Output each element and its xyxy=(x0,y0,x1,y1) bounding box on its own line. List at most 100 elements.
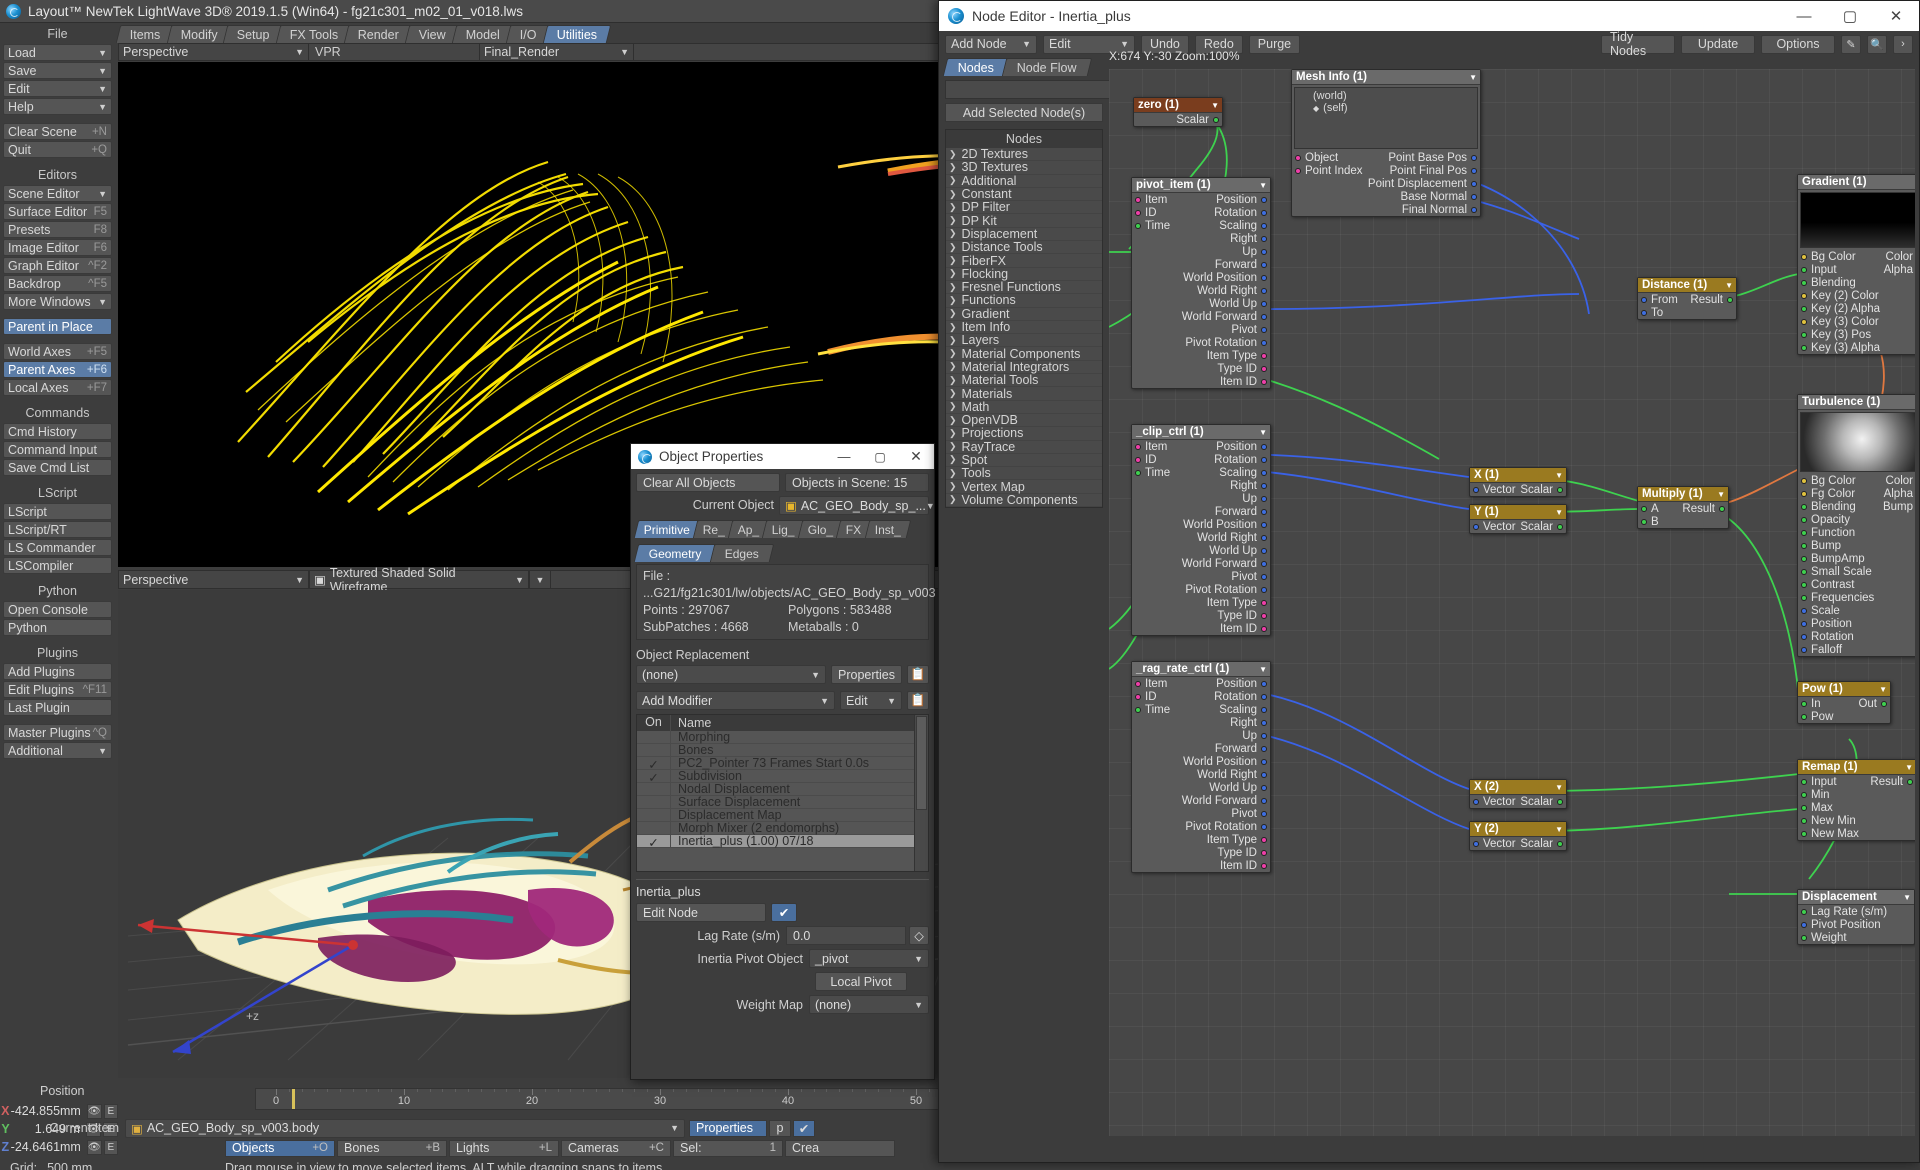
viewport-top-renderer-select[interactable]: Final_Render ▼ xyxy=(479,44,634,60)
toolbar-button-clear-scene[interactable]: Clear Scene +N xyxy=(3,123,112,140)
node-gradient[interactable]: Gradient (1)▼ Bg Color Color Input Alpha Blen… xyxy=(1797,174,1915,355)
node-header[interactable]: pivot_item (1) ▼ xyxy=(1132,178,1270,193)
chevron-right-icon[interactable]: ❯ xyxy=(949,454,957,465)
chevron-right-icon[interactable]: ❯ xyxy=(949,375,957,386)
envelope-button[interactable]: E xyxy=(103,1103,118,1119)
chevron-down-icon[interactable]: ▼ xyxy=(1555,783,1563,792)
toolbar-button-additional[interactable]: Additional ▼ xyxy=(3,742,112,759)
mode-button-lights[interactable]: Lights +L xyxy=(449,1139,559,1157)
node-x2[interactable]: X (2) ▼ Vector Scalar xyxy=(1469,779,1567,809)
node-category-2d-textures[interactable]: ❯ 2D Textures xyxy=(946,147,1102,162)
output-port-dot[interactable] xyxy=(1261,599,1267,606)
node-clip-ctrl[interactable]: _clip_ctrl (1) ▼ Item Position ID Rotation Tim… xyxy=(1131,424,1271,636)
toolbar-button-image-editor[interactable]: Image Editor F6 xyxy=(3,239,112,256)
op-tab-inst-[interactable]: Inst_ xyxy=(864,520,912,538)
output-port-dot[interactable] xyxy=(1261,849,1267,856)
edit-node-button[interactable]: Edit Node xyxy=(636,903,766,922)
toolbar-button-add-plugins[interactable]: Add Plugins xyxy=(3,663,112,680)
output-port-dot[interactable] xyxy=(1261,235,1267,242)
output-port-dot[interactable] xyxy=(1261,771,1267,778)
toolbar-button-backdrop[interactable]: Backdrop ^F5 xyxy=(3,275,112,292)
tab-render[interactable]: Render xyxy=(344,25,414,43)
output-port-dot[interactable] xyxy=(1261,482,1267,489)
node-category-volume-components[interactable]: ❯ Volume Components xyxy=(946,493,1102,508)
chevron-down-icon[interactable]: ▼ xyxy=(1725,281,1733,290)
output-port-dot[interactable] xyxy=(1261,378,1267,385)
node-category-3d-textures[interactable]: ❯ 3D Textures xyxy=(946,160,1102,175)
eye-icon[interactable]: 👁 xyxy=(86,1139,102,1155)
node-category-distance-tools[interactable]: ❯ Distance Tools xyxy=(946,240,1102,255)
node-category-additional[interactable]: ❯ Additional xyxy=(946,174,1102,188)
op-subtab-geometry[interactable]: Geometry xyxy=(633,544,717,562)
node-mesh-info[interactable]: Mesh Info (1) ▼ (world) ◆ (self) Object Point … xyxy=(1291,69,1481,217)
node-category-fiberfx[interactable]: ❯ FiberFX xyxy=(946,254,1102,268)
node-category-gradient[interactable]: ❯ Gradient xyxy=(946,307,1102,321)
toolbar-button-more-windows[interactable]: More Windows ▼ xyxy=(3,293,112,310)
envelope-icon[interactable]: ◇ xyxy=(909,926,929,945)
node-displacement[interactable]: Displacement ▼ Lag Rate (s/m) Pivot Positio… xyxy=(1797,889,1915,945)
output-port-dot[interactable] xyxy=(1261,758,1267,765)
node-header[interactable]: Turbulence (1)▼ xyxy=(1798,395,1915,410)
node-header[interactable]: Displacement ▼ xyxy=(1798,890,1914,905)
output-port-dot[interactable] xyxy=(1261,745,1267,752)
output-port-dot[interactable] xyxy=(1471,206,1477,213)
mode-button-objects[interactable]: Objects +O xyxy=(225,1139,335,1157)
close-icon[interactable]: ✕ xyxy=(1873,1,1919,31)
chevron-down-icon[interactable]: ▼ xyxy=(1211,101,1219,110)
chevron-down-icon[interactable]: ▼ xyxy=(1903,893,1911,902)
toolbar-button-lscript[interactable]: LScript xyxy=(3,503,112,520)
chevron-right-icon[interactable]: ❯ xyxy=(949,322,957,333)
output-port-dot[interactable] xyxy=(1261,222,1267,229)
clipboard-icon[interactable]: 📋 xyxy=(907,665,929,684)
toolbar-button-master-plugins[interactable]: Master Plugins ^Q xyxy=(3,724,112,741)
axis-value[interactable]: -24.6461mm xyxy=(11,1140,87,1154)
output-port-dot[interactable] xyxy=(1471,180,1477,187)
node-category-tools[interactable]: ❯ Tools xyxy=(946,466,1102,481)
node-header[interactable]: X (2) ▼ xyxy=(1470,780,1566,795)
node-category-tree[interactable]: Nodes ❯ 2D Textures ❯ 3D Textures ❯ Additiona… xyxy=(945,129,1103,509)
node-distance[interactable]: Distance (1) ▼ From Result To xyxy=(1637,277,1737,320)
modifier-enabled-checkbox[interactable] xyxy=(637,796,671,808)
item-properties-shortcut[interactable]: p xyxy=(769,1119,791,1137)
output-port-dot[interactable] xyxy=(1557,798,1563,805)
output-port-dot[interactable] xyxy=(1261,521,1267,528)
mode-button-cameras[interactable]: Cameras +C xyxy=(561,1139,671,1157)
node-category-flocking[interactable]: ❯ Flocking xyxy=(946,267,1102,281)
chevron-right-icon[interactable]: ❯ xyxy=(949,308,957,319)
toolbar-button-graph-editor[interactable]: Graph Editor ^F2 xyxy=(3,257,112,274)
toolbar-button-load[interactable]: Load ▼ xyxy=(3,44,112,61)
output-port-dot[interactable] xyxy=(1261,300,1267,307)
node-multiply[interactable]: Multiply (1) ▼ A Result B xyxy=(1637,486,1729,529)
timeline[interactable]: 0 10 20 30 40 50 xyxy=(255,1088,1033,1110)
node-category-item-info[interactable]: ❯ Item Info xyxy=(946,320,1102,335)
viewport-bottom-shading-select[interactable]: ▣ Textured Shaded Solid Wireframe ▼ xyxy=(309,566,529,594)
current-object-select[interactable]: ▣ AC_GEO_Body_sp_... ▼ xyxy=(779,496,935,515)
op-subtab-edges[interactable]: Edges xyxy=(709,544,774,562)
output-port-dot[interactable] xyxy=(1261,810,1267,817)
purge-button[interactable]: Purge xyxy=(1248,34,1301,54)
add-selected-nodes-button[interactable]: Add Selected Node(s) xyxy=(945,103,1103,122)
output-port-dot[interactable] xyxy=(1261,625,1267,632)
tab-utilities[interactable]: Utilities xyxy=(542,25,612,43)
node-category-math[interactable]: ❯ Math xyxy=(946,400,1102,414)
toolbar-button-edit-plugins[interactable]: Edit Plugins ^F11 xyxy=(3,681,112,698)
output-port-dot[interactable] xyxy=(1727,296,1733,303)
chevron-down-icon[interactable]: ▼ xyxy=(1879,685,1887,694)
tidy-nodes-button[interactable]: Tidy Nodes xyxy=(1601,30,1675,58)
maximize-icon[interactable]: ▢ xyxy=(1827,1,1873,31)
chevron-right-icon[interactable]: ❯ xyxy=(949,361,957,372)
update-button[interactable]: Update xyxy=(1681,34,1755,54)
chevron-right-icon[interactable]: ❯ xyxy=(949,228,957,239)
item-properties-button[interactable]: Properties xyxy=(689,1119,767,1137)
chevron-right-icon[interactable]: ❯ xyxy=(949,468,957,479)
chevron-right-icon[interactable]: ❯ xyxy=(949,428,957,439)
node-category-projections[interactable]: ❯ Projections xyxy=(946,426,1102,441)
output-port-dot[interactable] xyxy=(1261,836,1267,843)
output-port-dot[interactable] xyxy=(1261,274,1267,281)
chevron-right-icon[interactable]: ❯ xyxy=(949,415,957,426)
output-port-dot[interactable] xyxy=(1261,586,1267,593)
chevron-right-icon[interactable]: ❯ xyxy=(949,401,957,412)
node-x1[interactable]: X (1) ▼ Vector Scalar xyxy=(1469,467,1567,497)
item-lock-toggle[interactable]: ✔ xyxy=(793,1119,815,1137)
output-port-dot[interactable] xyxy=(1261,469,1267,476)
